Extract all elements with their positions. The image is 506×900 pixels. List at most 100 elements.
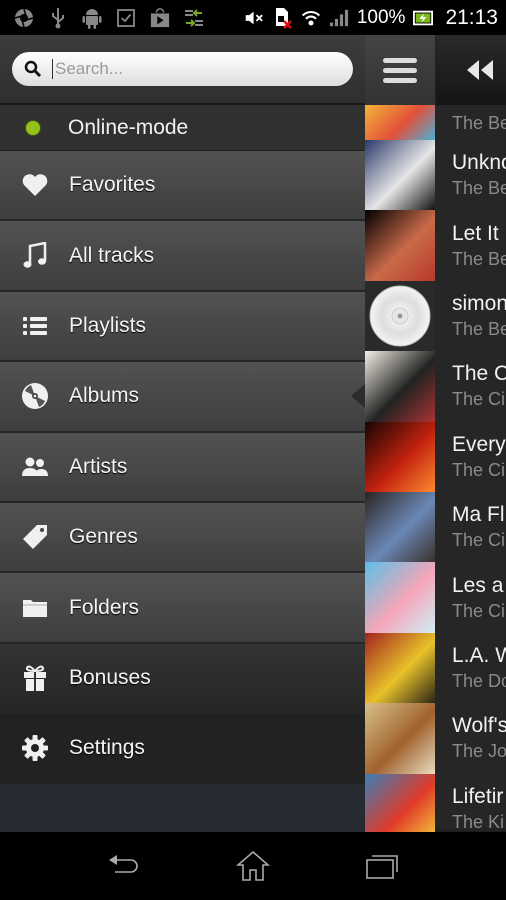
- active-indicator: [351, 384, 365, 409]
- search-input[interactable]: [52, 59, 322, 79]
- album-row[interactable]: Unkno The Be: [365, 140, 506, 211]
- album-title: Every: [452, 432, 506, 456]
- battery-percent: 100%: [356, 6, 406, 28]
- menu-item-folders[interactable]: Folders: [0, 573, 365, 644]
- back-icon: [109, 855, 139, 873]
- navigation-drawer: Online-mode Favorites All tracks Playlis…: [0, 35, 365, 832]
- album-row[interactable]: Every The Ci: [365, 421, 506, 492]
- album-row[interactable]: Les a The Ci: [365, 562, 506, 633]
- album-artist: The Ci: [452, 459, 506, 480]
- recent-apps-button[interactable]: [352, 846, 412, 886]
- album-text: Wolf's The Jo: [435, 703, 506, 773]
- album-artist: The Be: [452, 178, 506, 199]
- gift-icon: [20, 663, 50, 693]
- album-row[interactable]: simon The Be: [365, 280, 506, 352]
- album-cover: [365, 703, 435, 774]
- cd-placeholder-icon: [369, 285, 431, 347]
- album-row[interactable]: L.A. W The Do: [365, 632, 506, 704]
- album-text: Let It The Be: [435, 210, 506, 280]
- album-text: Every The Ci: [435, 422, 506, 492]
- album-artist: The Do: [452, 670, 506, 691]
- list-icon: [20, 311, 50, 341]
- android-icon: [82, 8, 102, 29]
- music-note-icon: [20, 241, 50, 271]
- menu-label: Playlists: [69, 313, 147, 337]
- screen: 100% 21:13 Online-mode Favorites: [0, 0, 506, 900]
- album-artist: The Ci: [452, 389, 506, 410]
- menu-label: Artists: [69, 454, 128, 478]
- album-text: The C The Ci: [435, 351, 506, 421]
- album-cover: [365, 105, 435, 140]
- signal-icon: [329, 8, 349, 28]
- menu-label: Genres: [69, 525, 138, 549]
- album-artist: The Ci: [452, 600, 506, 621]
- mute-icon: [245, 8, 265, 28]
- album-cover: [365, 280, 435, 352]
- album-row[interactable]: The Be: [365, 105, 506, 140]
- album-artist: The Ki: [452, 811, 505, 832]
- menu-item-favorites[interactable]: Favorites: [0, 151, 365, 222]
- status-bar: 100% 21:13: [0, 0, 506, 35]
- album-cover: [365, 140, 435, 211]
- album-cover: [365, 632, 435, 704]
- aperture-icon: [14, 8, 34, 28]
- album-title: The C: [452, 362, 506, 386]
- album-artist: The Be: [452, 112, 506, 133]
- battery-charging-icon: [413, 8, 434, 28]
- usb-icon: [48, 7, 68, 28]
- album-cover: [365, 421, 435, 492]
- navigation-bar: [0, 832, 506, 900]
- menu-item-settings[interactable]: Settings: [0, 714, 365, 785]
- rewind-button[interactable]: [436, 35, 506, 105]
- menu-item-genres[interactable]: Genres: [0, 502, 365, 574]
- hamburger-icon[interactable]: [365, 35, 436, 105]
- menu-item-playlists[interactable]: Playlists: [0, 291, 365, 363]
- menu-label: Folders: [69, 595, 140, 619]
- tag-icon: [20, 522, 50, 552]
- menu-label: Settings: [69, 736, 145, 760]
- album-list-panel: The Be Unkno The Be Let It The Be simon The Be…: [365, 35, 506, 832]
- album-row[interactable]: Let It The Be: [365, 210, 506, 281]
- album-row[interactable]: The C The Ci: [365, 351, 506, 422]
- back-button[interactable]: [94, 846, 154, 886]
- album-title: Unkno: [452, 151, 506, 175]
- album-text: Lifetir The Ki: [435, 774, 504, 832]
- heart-icon: [20, 170, 50, 200]
- clock: 21:13: [445, 5, 498, 29]
- search-bar: [0, 35, 365, 105]
- album-cover: [365, 491, 435, 563]
- checkbox-icon: [116, 8, 136, 28]
- recent-apps-icon: [365, 855, 398, 879]
- play-store-icon: [150, 7, 170, 28]
- album-text: simon The Be: [435, 281, 506, 351]
- album-artist: The Be: [452, 318, 506, 339]
- menu-item-bonuses[interactable]: Bonuses: [0, 643, 365, 715]
- gear-icon: [20, 733, 50, 763]
- menu-label: Albums: [69, 384, 140, 408]
- album-title: Les a: [452, 573, 504, 597]
- album-title: Lifetir: [452, 784, 504, 808]
- album-artist: The Jo: [452, 741, 506, 762]
- menu-label: Bonuses: [69, 665, 151, 689]
- album-artist: The Ci: [452, 530, 506, 551]
- home-button[interactable]: [223, 846, 283, 886]
- album-row[interactable]: Lifetir The Ki: [365, 773, 506, 832]
- menu-label: All tracks: [69, 243, 155, 267]
- menu-item-albums[interactable]: Albums: [0, 362, 365, 433]
- menu-item-artists[interactable]: Artists: [0, 432, 365, 503]
- menu-item-all-tracks[interactable]: All tracks: [0, 221, 365, 292]
- online-mode-toggle[interactable]: Online-mode: [0, 105, 365, 151]
- online-status-indicator: [26, 120, 40, 135]
- no-sim-icon: [273, 7, 293, 29]
- folder-icon: [20, 593, 50, 623]
- album-title: L.A. W: [452, 643, 506, 667]
- album-row[interactable]: Ma Fl The Ci: [365, 491, 506, 563]
- album-row[interactable]: Wolf's The Jo: [365, 703, 506, 774]
- search-box[interactable]: [12, 52, 353, 86]
- action-bar: [365, 35, 506, 105]
- album-artist: The Be: [452, 248, 506, 269]
- transfer-icon: [184, 8, 204, 28]
- album-text: Les a The Ci: [435, 562, 505, 632]
- album-cover: [365, 562, 435, 633]
- album-cover: [365, 773, 435, 832]
